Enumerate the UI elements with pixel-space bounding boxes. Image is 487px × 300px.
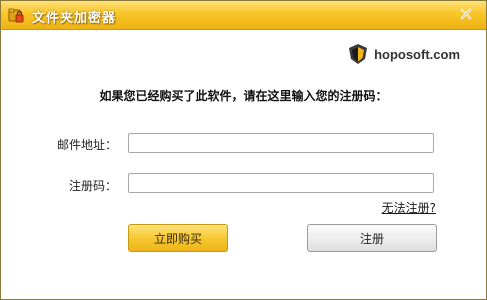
hoposoft-shield-logo: [348, 43, 368, 65]
cannot-register-link[interactable]: 无法注册?: [382, 199, 436, 216]
brand-name: hoposoft.com: [374, 46, 460, 62]
close-icon[interactable]: [458, 6, 474, 22]
registration-prompt: 如果您已经购买了此软件，请在这里输入您的注册码：: [99, 89, 388, 103]
window-title: 文件夹加密器: [32, 11, 117, 26]
brand-logo-block: hoposoft.com: [348, 43, 460, 65]
registration-code-label: 注册码：: [68, 179, 117, 193]
email-label: 邮件地址：: [56, 138, 117, 152]
registration-window: 文件夹加密器 hoposoft.com 如果您已经购买了此软件，请在这里输入您的…: [0, 0, 487, 300]
email-field[interactable]: [128, 133, 434, 153]
register-button[interactable]: 注册: [307, 224, 437, 252]
buy-now-button[interactable]: 立即购买: [128, 224, 228, 252]
title-bar[interactable]: 文件夹加密器: [1, 1, 486, 30]
registration-code-field[interactable]: [128, 173, 434, 193]
buy-now-label: 立即购买: [153, 231, 202, 246]
folder-lock-icon: [8, 7, 24, 23]
register-label: 注册: [359, 231, 384, 246]
